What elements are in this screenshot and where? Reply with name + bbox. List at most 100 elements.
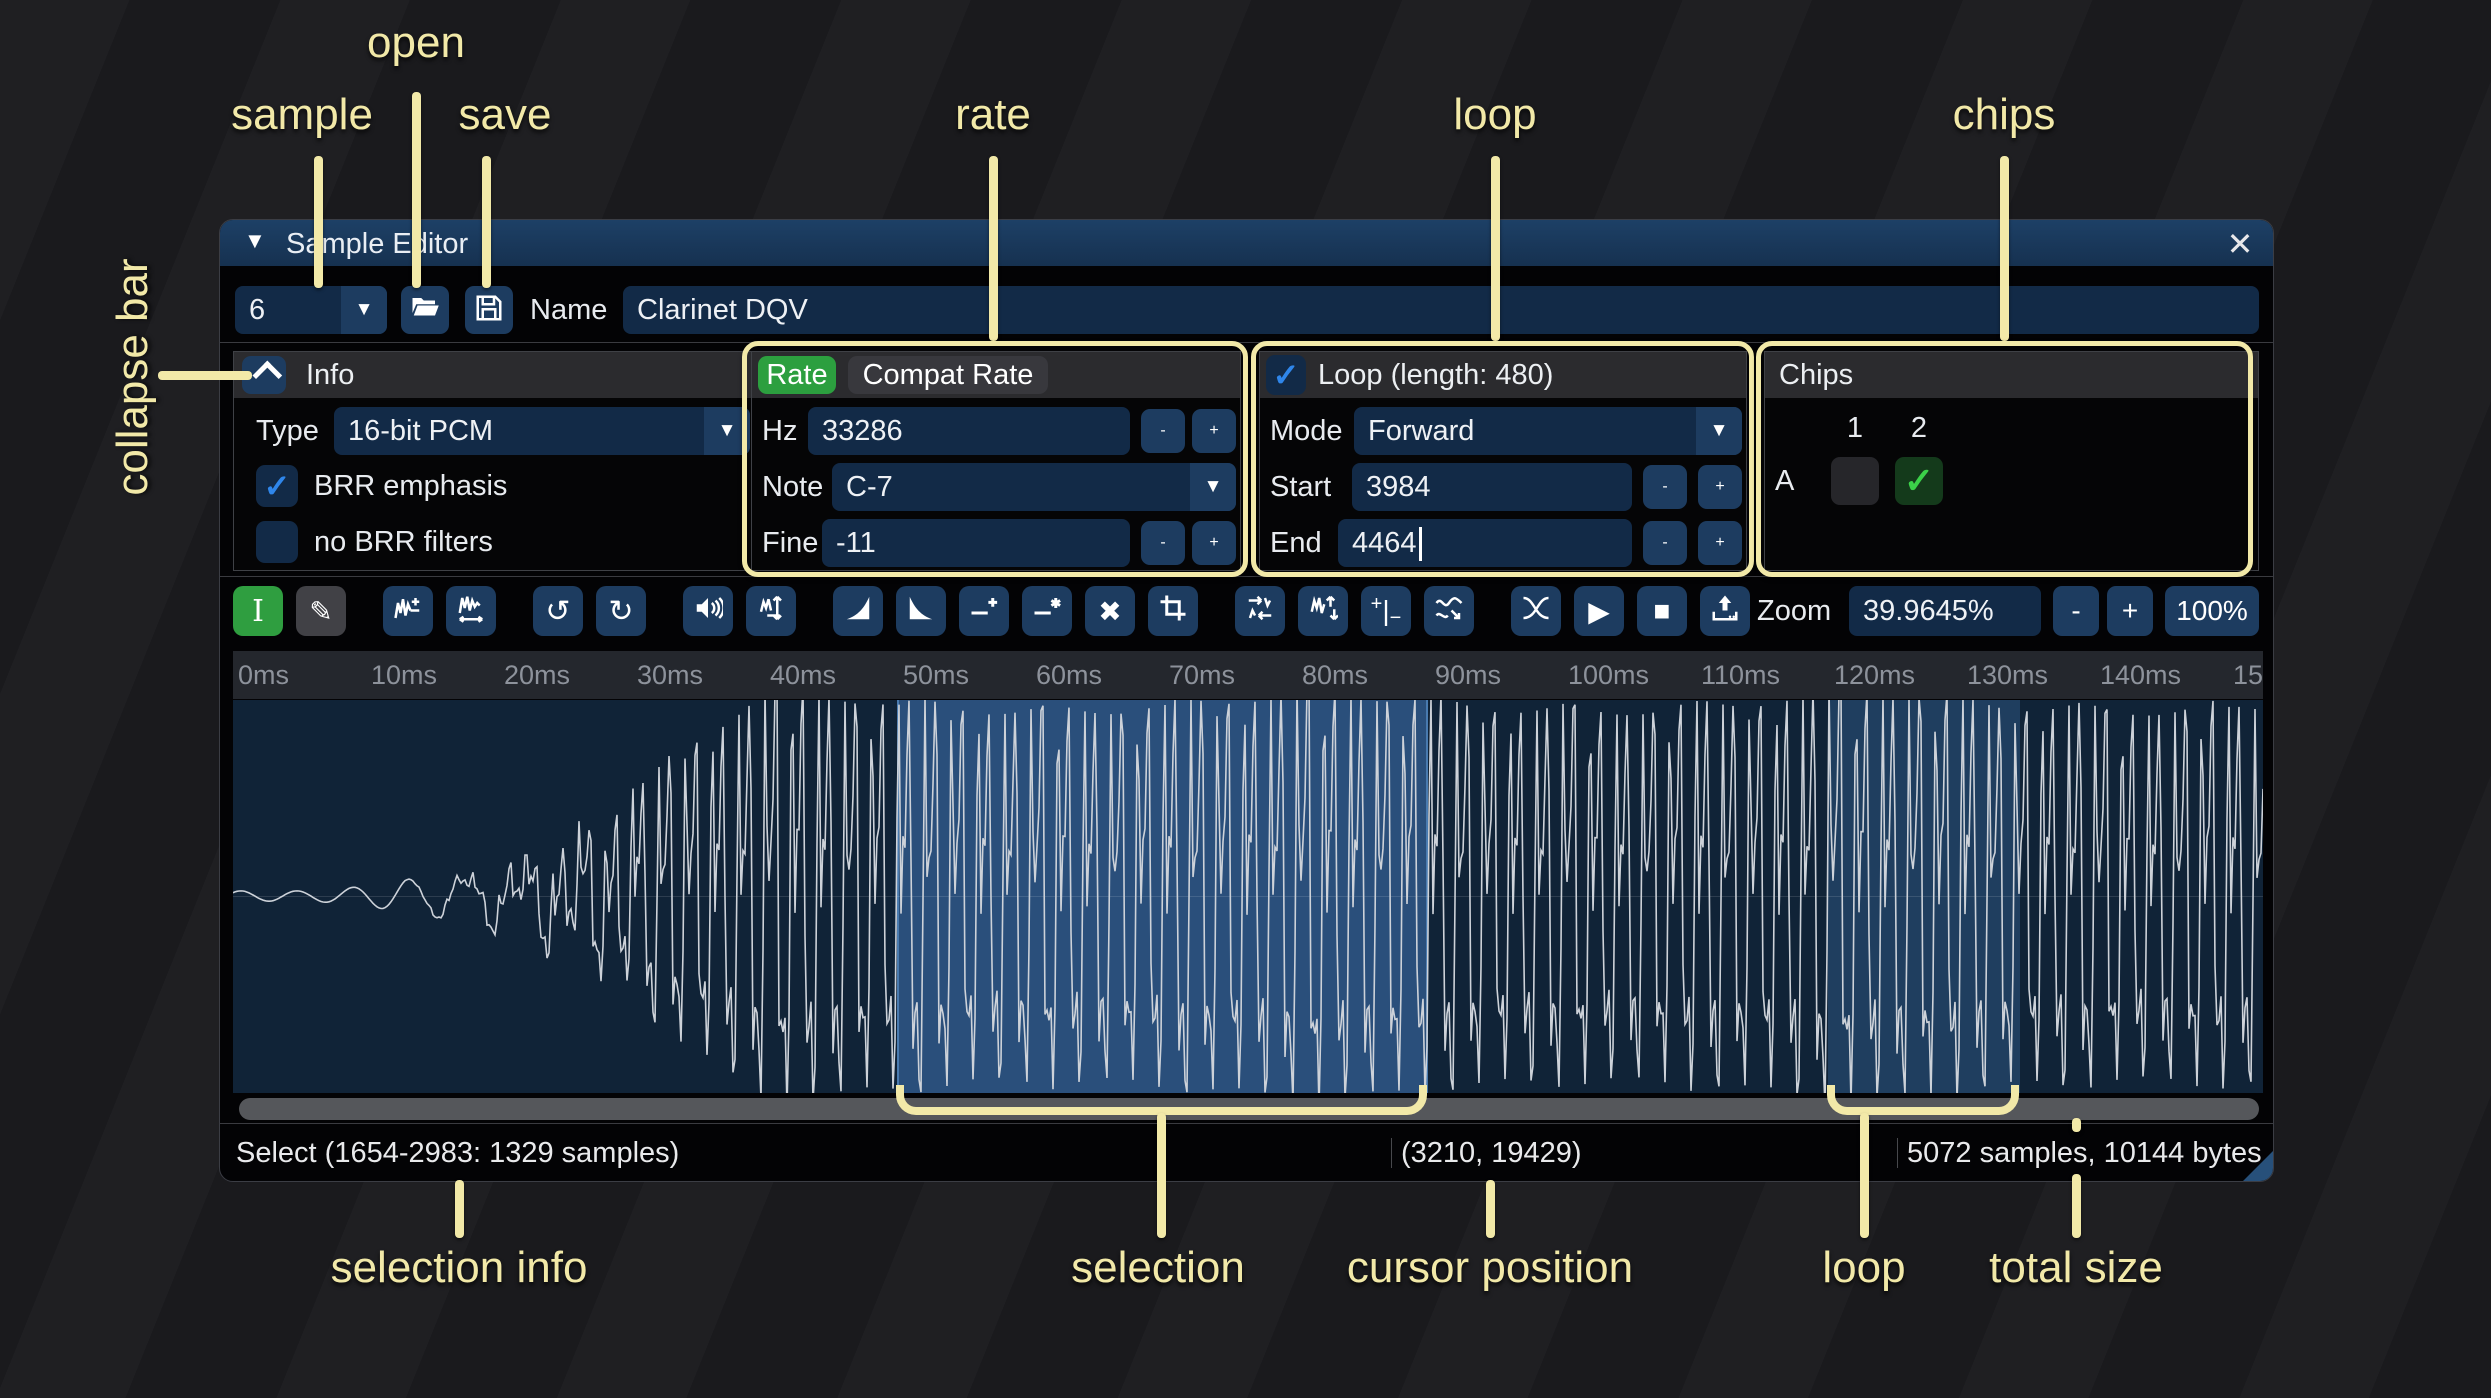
annotation-line-collapse-bar <box>158 371 252 380</box>
annotation-line-open <box>412 92 421 288</box>
annotation-line-total-size <box>2072 1118 2081 1132</box>
zoom-in-button[interactable]: + <box>2107 586 2153 636</box>
title-bar[interactable]: ▼ Sample Editor ✕ <box>220 220 2273 266</box>
amplify-button[interactable] <box>683 586 733 636</box>
window-collapse-icon[interactable]: ▼ <box>244 228 266 254</box>
trim-crop-icon <box>1158 593 1188 630</box>
sample-name-input[interactable]: Clarinet DQV <box>623 286 2259 334</box>
resize-sample-button[interactable] <box>446 586 496 636</box>
ibeam-select-button[interactable]: I <box>233 586 283 636</box>
filter-button[interactable] <box>1424 586 1474 636</box>
sample-index-value: 6 <box>249 294 266 326</box>
ruler-tick-label: 140ms <box>2100 660 2182 690</box>
name-label: Name <box>530 294 608 326</box>
annotation-bracket-loop <box>1827 1085 2019 1115</box>
sign-plus: + <box>1370 592 1383 615</box>
annotation-loop-bottom: loop <box>1822 1243 1906 1292</box>
resample-button[interactable] <box>746 586 796 636</box>
redo-button[interactable]: ↻ <box>596 586 646 636</box>
resize-grip[interactable] <box>2243 1151 2273 1181</box>
ruler-tick-label: 50ms <box>903 660 970 690</box>
annotation-line-loop-top <box>1491 156 1500 341</box>
play-icon: ▶ <box>1588 595 1610 627</box>
sample-toolbar: I ✎ ↺ ↻ ✖ + | − ▶ ■ <box>233 586 1787 636</box>
ruler-tick-label: 30ms <box>637 660 704 690</box>
annotation-rate: rate <box>955 90 1031 139</box>
zoom-reset-button[interactable]: 100% <box>2165 586 2259 636</box>
annotation-line-loop-bottom <box>1860 1113 1869 1238</box>
fade-in-button[interactable] <box>833 586 883 636</box>
minus-icon: - <box>2071 595 2081 626</box>
plus-icon: + <box>2121 595 2139 626</box>
insert-silence-button[interactable] <box>959 586 1009 636</box>
ruler-tick-label: 130ms <box>1967 660 2049 690</box>
info-title: Info <box>306 359 355 391</box>
sign-bar: | <box>1382 595 1390 626</box>
waveform-view[interactable] <box>233 700 2263 1093</box>
zoom-label: Zoom <box>1757 595 1832 627</box>
sample-index-dropdown[interactable]: 6 ▼ <box>235 286 387 334</box>
delete-icon: ✖ <box>1098 595 1122 627</box>
divider <box>220 1123 2273 1124</box>
trim-button[interactable] <box>1148 586 1198 636</box>
annotation-box-loop <box>1251 341 1754 577</box>
fade-in-icon <box>843 593 873 630</box>
ruler-tick-label: 20ms <box>504 660 571 690</box>
floppy-save-icon <box>474 293 504 328</box>
check-icon: ✓ <box>263 468 291 504</box>
ruler-tick-label: 0ms <box>238 660 290 690</box>
no-brr-filters-checkbox[interactable]: ✓ <box>256 521 298 563</box>
preview-stop-button[interactable]: ■ <box>1637 586 1687 636</box>
export-sample-button[interactable] <box>1700 586 1750 636</box>
ruler-tick-label: 90ms <box>1435 660 1502 690</box>
ruler-tick-label: 60ms <box>1036 660 1103 690</box>
ruler-tick-label: 40ms <box>770 660 837 690</box>
sample-name-value: Clarinet DQV <box>637 294 808 326</box>
preview-play-button[interactable]: ▶ <box>1574 586 1624 636</box>
insert-sample-button[interactable] <box>383 586 433 636</box>
waveform-canvas <box>233 700 2263 1093</box>
sample-type-dropdown[interactable]: 16-bit PCM ▼ <box>334 407 750 455</box>
apply-silence-button[interactable] <box>1022 586 1072 636</box>
close-icon[interactable]: ✕ <box>2220 224 2260 264</box>
filter-icon <box>1434 593 1464 630</box>
annotation-line-selection-info <box>455 1180 464 1238</box>
open-sample-button[interactable] <box>401 286 449 334</box>
undo-button[interactable]: ↺ <box>533 586 583 636</box>
stop-icon: ■ <box>1653 595 1671 626</box>
status-separator <box>1391 1138 1392 1168</box>
zoom-reset-label: 100% <box>2176 595 2248 626</box>
delete-selection-button[interactable]: ✖ <box>1085 586 1135 636</box>
type-label: Type <box>256 415 319 447</box>
screenshot-stage: ▼ Sample Editor ✕ 6 ▼ Name Clarinet DQV <box>0 0 2491 1398</box>
chevron-down-icon[interactable]: ▼ <box>341 286 387 334</box>
brr-emphasis-checkbox[interactable]: ✓ <box>256 465 298 507</box>
save-sample-button[interactable] <box>465 286 513 334</box>
info-header: Info <box>234 352 756 398</box>
fade-out-icon <box>906 593 936 630</box>
annotation-line-rate <box>989 156 998 341</box>
zoom-out-button[interactable]: - <box>2053 586 2099 636</box>
status-cursor-position: (3210, 19429) <box>1401 1137 1582 1169</box>
zoom-input[interactable]: 39.9645% <box>1849 586 2041 636</box>
annotation-save: save <box>458 90 552 139</box>
undo-icon: ↺ <box>545 594 571 628</box>
fade-out-button[interactable] <box>896 586 946 636</box>
invert-button[interactable] <box>1298 586 1348 636</box>
annotation-line-total-size <box>2072 1174 2081 1238</box>
annotation-line-sample <box>314 156 323 288</box>
annotation-box-chips <box>1756 341 2253 577</box>
annotation-line-cursor-position <box>1486 1180 1495 1238</box>
status-separator <box>1897 1138 1898 1168</box>
no-brr-filters-label: no BRR filters <box>314 526 493 558</box>
ibeam-select-icon: I <box>252 593 264 629</box>
sample-type-value: 16-bit PCM <box>348 415 494 447</box>
pencil-draw-button[interactable]: ✎ <box>296 586 346 636</box>
reverse-button[interactable] <box>1235 586 1285 636</box>
reverse-icon <box>1245 593 1275 630</box>
crossfade-button[interactable] <box>1511 586 1561 636</box>
chevron-up-icon <box>251 360 282 390</box>
sign-convert-button[interactable]: + | − <box>1361 586 1411 636</box>
resample-icon <box>756 593 786 630</box>
annotation-loop-top: loop <box>1453 90 1537 139</box>
